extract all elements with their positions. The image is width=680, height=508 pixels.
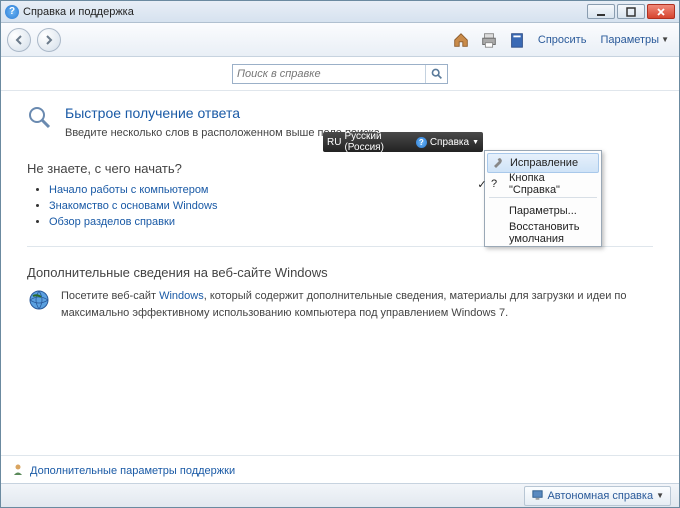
lang-name: Русский (Россия) xyxy=(344,131,409,153)
search-row xyxy=(1,57,679,91)
menu-item-settings[interactable]: Параметры... xyxy=(487,200,599,222)
menu-label: Восстановить умолчания xyxy=(509,221,593,245)
language-indicator[interactable]: RU Русский (Россия) xyxy=(327,131,410,153)
link-windows-basics[interactable]: Знакомство с основами Windows xyxy=(49,200,217,212)
menu-label: Параметры... xyxy=(509,205,577,217)
options-label: Параметры xyxy=(600,34,659,46)
menu-item-fix[interactable]: Исправление xyxy=(487,153,599,173)
quick-answer-heading: Быстрое получение ответа xyxy=(65,105,383,121)
link-getting-started[interactable]: Начало работы с компьютером xyxy=(49,184,209,196)
bottom-link-row: Дополнительные параметры поддержки xyxy=(1,455,679,483)
options-dropdown: Исправление ✓ ? Кнопка "Справка" Парамет… xyxy=(484,150,602,247)
language-bar[interactable]: RU Русский (Россия) ? Справка ▼ xyxy=(323,132,483,152)
support-icon xyxy=(11,462,25,479)
help-toolbar-label: Справка xyxy=(430,137,469,148)
computer-icon xyxy=(531,488,544,504)
help-app-icon: ? xyxy=(5,5,19,19)
link-browse-help[interactable]: Обзор разделов справки xyxy=(49,216,175,228)
search-button[interactable] xyxy=(425,65,447,83)
menu-label: Исправление xyxy=(510,157,578,169)
more-support-options-link[interactable]: Дополнительные параметры поддержки xyxy=(30,465,235,477)
magnifier-icon xyxy=(27,105,55,139)
chevron-down-icon: ▼ xyxy=(472,139,479,146)
help-icon: ? xyxy=(490,177,504,191)
web-heading: Дополнительные сведения на веб-сайте Win… xyxy=(27,265,653,280)
help-window: ? Справка и поддержка Спросить xyxy=(0,0,680,508)
help-mode-button[interactable]: Автономная справка ▼ xyxy=(524,486,671,506)
search-box xyxy=(232,64,448,84)
close-button[interactable] xyxy=(647,4,675,19)
web-text: Посетите веб-сайт Windows, который содер… xyxy=(61,288,653,321)
menu-separator xyxy=(489,197,597,198)
maximize-button[interactable] xyxy=(617,4,645,19)
print-icon[interactable] xyxy=(478,29,500,51)
chevron-down-icon: ▼ xyxy=(656,491,664,500)
browse-help-icon[interactable] xyxy=(506,29,528,51)
options-button[interactable]: Параметры ▼ xyxy=(596,32,673,48)
home-icon[interactable] xyxy=(450,29,472,51)
web-section: Посетите веб-сайт Windows, который содер… xyxy=(27,288,653,321)
search-icon xyxy=(430,67,443,80)
toolbar: Спросить Параметры ▼ xyxy=(1,23,679,57)
wrench-icon xyxy=(491,156,505,170)
help-mode-label: Автономная справка xyxy=(547,490,653,502)
minimize-button[interactable] xyxy=(587,4,615,19)
check-icon: ✓ xyxy=(475,177,489,191)
search-input[interactable] xyxy=(233,68,425,80)
menu-label: Кнопка "Справка" xyxy=(509,172,593,196)
globe-icon xyxy=(27,288,51,321)
back-button[interactable] xyxy=(7,28,31,52)
ask-button[interactable]: Спросить xyxy=(534,32,591,48)
help-icon: ? xyxy=(416,137,427,148)
forward-button[interactable] xyxy=(37,28,61,52)
menu-item-help-button[interactable]: ✓ ? Кнопка "Справка" xyxy=(487,173,599,195)
menu-item-restore-defaults[interactable]: Восстановить умолчания xyxy=(487,222,599,244)
ask-label: Спросить xyxy=(538,34,587,46)
windows-website-link[interactable]: Windows xyxy=(159,290,204,302)
window-title: Справка и поддержка xyxy=(23,6,585,18)
chevron-down-icon: ▼ xyxy=(661,35,669,44)
lang-code: RU xyxy=(327,137,341,148)
titlebar: ? Справка и поддержка xyxy=(1,1,679,23)
statusbar: Автономная справка ▼ xyxy=(1,483,679,507)
help-toolbar-button[interactable]: ? Справка ▼ xyxy=(416,137,479,148)
